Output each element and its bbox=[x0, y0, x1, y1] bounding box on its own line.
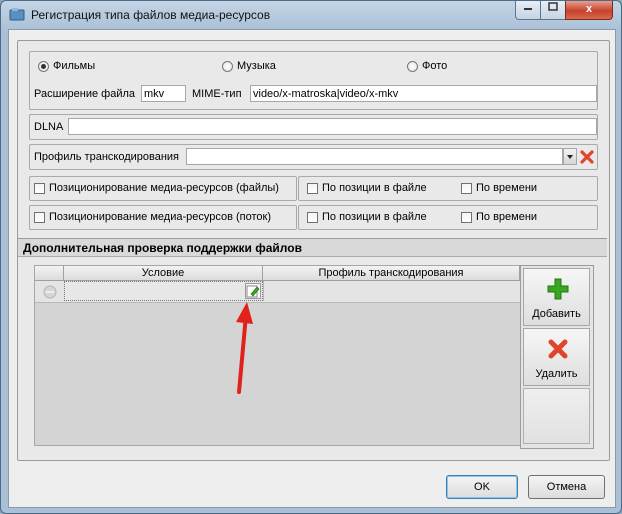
window-title: Регистрация типа файлов медиа-ресурсов bbox=[31, 8, 271, 22]
transcoding-group: Профиль транскодирования bbox=[29, 144, 598, 170]
dialog-window: Регистрация типа файлов медиа-ресурсов x… bbox=[0, 0, 622, 514]
ok-button[interactable]: OK bbox=[446, 475, 518, 499]
seek-stream-group: Позиционирование медиа-ресурсов (поток) bbox=[29, 205, 297, 230]
mime-input[interactable]: video/x-matroska|video/x-mkv bbox=[250, 85, 597, 102]
radio-music-label[interactable]: Музыка bbox=[237, 60, 276, 72]
media-type-group: Фильмы Музыка Фото Расширение файла mkv … bbox=[29, 51, 598, 110]
radio-films[interactable] bbox=[38, 61, 49, 72]
minimize-button[interactable] bbox=[515, 1, 541, 20]
maximize-icon bbox=[548, 2, 558, 11]
delete-x-icon bbox=[548, 339, 568, 359]
transcoding-select[interactable] bbox=[186, 148, 563, 165]
main-panel: Фильмы Музыка Фото Расширение файла mkv … bbox=[17, 40, 610, 461]
seek-stream-by-time-label[interactable]: По времени bbox=[476, 211, 537, 223]
chevron-down-icon bbox=[567, 155, 573, 159]
profile-cell[interactable] bbox=[263, 281, 520, 301]
close-icon: x bbox=[585, 3, 593, 15]
add-button-label: Добавить bbox=[532, 308, 581, 320]
row-indicator-icon bbox=[43, 285, 57, 299]
minimize-icon bbox=[524, 8, 532, 10]
maximize-button[interactable] bbox=[540, 1, 566, 20]
clear-profile-button[interactable] bbox=[579, 148, 595, 165]
condition-edit-button[interactable] bbox=[245, 283, 261, 299]
seek-files-options: По позиции в файле По времени bbox=[298, 176, 598, 201]
extra-check-title: Дополнительная проверка поддержки файлов bbox=[18, 239, 607, 257]
extension-input[interactable]: mkv bbox=[141, 85, 186, 102]
seek-files-by-position-label[interactable]: По позиции в файле bbox=[322, 182, 427, 194]
dlna-label: DLNA bbox=[34, 121, 64, 133]
seek-stream-by-time-checkbox[interactable] bbox=[461, 212, 472, 223]
extra-check-section: Дополнительная проверка поддержки файлов… bbox=[18, 238, 607, 459]
dlna-group: DLNA bbox=[29, 114, 598, 140]
seek-stream-by-position-label[interactable]: По позиции в файле bbox=[322, 211, 427, 223]
seek-files-label[interactable]: Позиционирование медиа-ресурсов (файлы) bbox=[49, 182, 279, 194]
plus-icon bbox=[547, 278, 569, 300]
conditions-grid[interactable]: Условие Профиль транскодирования bbox=[34, 265, 521, 446]
add-button[interactable]: Добавить bbox=[523, 268, 590, 326]
radio-photo-label[interactable]: Фото bbox=[422, 60, 447, 72]
condition-cell[interactable] bbox=[64, 281, 263, 301]
delete-x-icon bbox=[580, 150, 594, 164]
seek-files-by-time-checkbox[interactable] bbox=[461, 183, 472, 194]
seek-files-by-time-label[interactable]: По времени bbox=[476, 182, 537, 194]
seek-files-checkbox[interactable] bbox=[34, 183, 45, 194]
grid-row-header-col bbox=[35, 266, 64, 281]
seek-files-by-position-checkbox[interactable] bbox=[307, 183, 318, 194]
transcoding-dropdown-button[interactable] bbox=[563, 148, 577, 165]
grid-actions-sidebar: Добавить Удалить bbox=[520, 265, 594, 449]
dlna-input[interactable] bbox=[68, 118, 597, 135]
dialog-content: Фильмы Музыка Фото Расширение файла mkv … bbox=[8, 29, 616, 508]
column-header-profile[interactable]: Профиль транскодирования bbox=[263, 266, 520, 281]
delete-button-label: Удалить bbox=[535, 368, 578, 380]
seek-stream-options: По позиции в файле По времени bbox=[298, 205, 598, 230]
app-icon bbox=[9, 8, 25, 21]
seek-stream-by-position-checkbox[interactable] bbox=[307, 212, 318, 223]
seek-files-group: Позиционирование медиа-ресурсов (файлы) bbox=[29, 176, 297, 201]
table-row[interactable] bbox=[35, 281, 520, 303]
sidebar-spacer bbox=[523, 388, 590, 444]
radio-music[interactable] bbox=[222, 61, 233, 72]
cancel-button[interactable]: Отмена bbox=[528, 475, 605, 499]
close-button[interactable]: x bbox=[565, 1, 613, 20]
mime-label: MIME-тип bbox=[192, 88, 242, 100]
transcoding-label: Профиль транскодирования bbox=[34, 151, 180, 163]
edit-pencil-icon bbox=[246, 285, 260, 298]
seek-stream-label[interactable]: Позиционирование медиа-ресурсов (поток) bbox=[49, 211, 271, 223]
seek-stream-checkbox[interactable] bbox=[34, 212, 45, 223]
title-bar[interactable]: Регистрация типа файлов медиа-ресурсов x bbox=[1, 1, 621, 29]
radio-films-label[interactable]: Фильмы bbox=[53, 60, 95, 72]
delete-button[interactable]: Удалить bbox=[523, 328, 590, 386]
column-header-condition[interactable]: Условие bbox=[64, 266, 263, 281]
extension-label: Расширение файла bbox=[34, 88, 136, 100]
radio-photo[interactable] bbox=[407, 61, 418, 72]
